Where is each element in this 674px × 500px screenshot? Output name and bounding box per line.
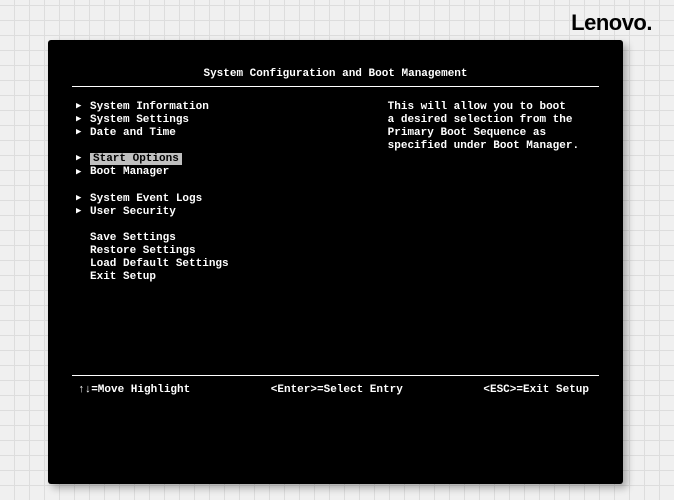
triangle-right-icon: ▶ bbox=[76, 168, 84, 178]
triangle-right-icon: ▶ bbox=[76, 207, 84, 217]
menu-label: Save Settings bbox=[90, 232, 176, 244]
help-line: Primary Boot Sequence as bbox=[388, 127, 597, 139]
triangle-right-icon: ▶ bbox=[76, 128, 84, 138]
divider-top bbox=[72, 86, 599, 87]
menu-system-event-logs[interactable]: ▶ System Event Logs bbox=[76, 193, 378, 205]
menu-group-3: ▶ System Event Logs ▶ User Security bbox=[76, 193, 378, 218]
menu-panel: ▶ System Information ▶ System Settings ▶… bbox=[72, 101, 378, 371]
menu-label: System Information bbox=[90, 101, 209, 113]
menu-group-1: ▶ System Information ▶ System Settings ▶… bbox=[76, 101, 378, 139]
menu-label: Load Default Settings bbox=[90, 258, 229, 270]
footer-hints: ↑↓=Move Highlight <Enter>=Select Entry <… bbox=[72, 384, 599, 396]
menu-label: Boot Manager bbox=[90, 166, 169, 178]
menu-start-options[interactable]: ▶ Start Options bbox=[76, 153, 378, 165]
hint-move-highlight: ↑↓=Move Highlight bbox=[78, 384, 190, 396]
menu-label: System Settings bbox=[90, 114, 189, 126]
menu-label: User Security bbox=[90, 206, 176, 218]
menu-date-time[interactable]: ▶ Date and Time bbox=[76, 127, 378, 139]
menu-system-settings[interactable]: ▶ System Settings bbox=[76, 114, 378, 126]
menu-restore-settings[interactable]: Restore Settings bbox=[76, 245, 378, 257]
menu-exit-setup[interactable]: Exit Setup bbox=[76, 271, 378, 283]
triangle-right-icon: ▶ bbox=[76, 102, 84, 112]
help-line: This will allow you to boot bbox=[388, 101, 597, 113]
triangle-right-icon: ▶ bbox=[76, 154, 84, 164]
menu-system-information[interactable]: ▶ System Information bbox=[76, 101, 378, 113]
help-line: specified under Boot Manager. bbox=[388, 140, 597, 152]
menu-label: Date and Time bbox=[90, 127, 176, 139]
help-panel: This will allow you to boot a desired se… bbox=[378, 101, 599, 371]
menu-group-4: Save Settings Restore Settings Load Defa… bbox=[76, 232, 378, 283]
menu-label: Exit Setup bbox=[90, 271, 156, 283]
divider-bottom bbox=[72, 375, 599, 376]
menu-label: Restore Settings bbox=[90, 245, 196, 257]
menu-label: Start Options bbox=[90, 153, 182, 165]
page-title: System Configuration and Boot Management bbox=[72, 68, 599, 80]
hint-exit-setup: <ESC>=Exit Setup bbox=[483, 384, 589, 396]
bios-window: System Configuration and Boot Management… bbox=[48, 40, 623, 484]
menu-user-security[interactable]: ▶ User Security bbox=[76, 206, 378, 218]
menu-save-settings[interactable]: Save Settings bbox=[76, 232, 378, 244]
menu-boot-manager[interactable]: ▶ Boot Manager bbox=[76, 166, 378, 178]
menu-group-2: ▶ Start Options ▶ Boot Manager bbox=[76, 153, 378, 178]
bios-content: ▶ System Information ▶ System Settings ▶… bbox=[72, 101, 599, 371]
hint-select-entry: <Enter>=Select Entry bbox=[271, 384, 403, 396]
menu-label: System Event Logs bbox=[90, 193, 202, 205]
brand-logo: Lenovo. bbox=[571, 10, 652, 36]
help-line: a desired selection from the bbox=[388, 114, 597, 126]
menu-load-default-settings[interactable]: Load Default Settings bbox=[76, 258, 378, 270]
triangle-right-icon: ▶ bbox=[76, 194, 84, 204]
triangle-right-icon: ▶ bbox=[76, 115, 84, 125]
